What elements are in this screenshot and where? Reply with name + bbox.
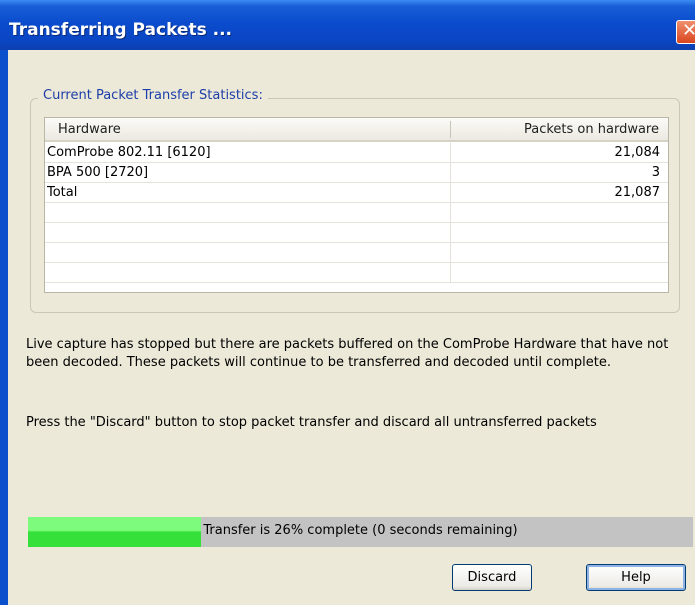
column-header-packets[interactable]: Packets on hardware xyxy=(524,122,659,137)
packet-statistics-table[interactable]: Hardware Packets on hardware ComProbe 80… xyxy=(44,117,669,293)
window-frame-left xyxy=(0,50,8,605)
table-row[interactable]: Total 21,087 xyxy=(45,183,668,203)
table-row[interactable] xyxy=(45,223,668,243)
row-column-divider xyxy=(450,143,451,163)
cell-packets: 21,087 xyxy=(614,185,661,200)
column-separator[interactable] xyxy=(450,121,451,138)
column-header-hardware[interactable]: Hardware xyxy=(58,122,121,137)
row-column-divider xyxy=(450,163,451,183)
close-button[interactable]: ✕ xyxy=(676,20,695,44)
table-header: Hardware Packets on hardware xyxy=(45,118,668,142)
table-row[interactable] xyxy=(45,263,668,283)
row-column-divider xyxy=(450,203,451,223)
cell-hardware: Total xyxy=(47,185,78,200)
info-message: Live capture has stopped but there are p… xyxy=(26,337,669,370)
close-icon: ✕ xyxy=(682,20,695,41)
discard-instruction: Press the "Discard" button to stop packe… xyxy=(26,415,597,430)
cell-packets: 21,084 xyxy=(614,145,661,160)
row-column-divider xyxy=(450,183,451,203)
row-column-divider xyxy=(450,223,451,243)
row-column-divider xyxy=(450,263,451,283)
discard-button[interactable]: Discard xyxy=(452,564,532,591)
transfer-progress-bar: Transfer is 26% complete (0 seconds rema… xyxy=(28,517,693,547)
table-row[interactable] xyxy=(45,203,668,223)
table-row[interactable]: BPA 500 [2720] 3 xyxy=(45,163,668,183)
help-button[interactable]: Help xyxy=(586,564,686,591)
window-title: Transferring Packets ... xyxy=(9,20,232,40)
row-column-divider xyxy=(450,243,451,263)
progress-label: Transfer is 26% complete (0 seconds rema… xyxy=(203,523,518,538)
cell-hardware: ComProbe 802.11 [6120] xyxy=(47,145,211,160)
cell-packets: 3 xyxy=(651,165,660,180)
title-bar[interactable]: Transferring Packets ... ✕ xyxy=(0,0,695,50)
table-row[interactable] xyxy=(45,243,668,263)
cell-hardware: BPA 500 [2720] xyxy=(47,165,149,180)
transfer-dialog: Transferring Packets ... ✕ Current Packe… xyxy=(0,0,695,605)
statistics-group-label: Current Packet Transfer Statistics: xyxy=(38,88,268,103)
table-row[interactable]: ComProbe 802.11 [6120] 21,084 xyxy=(45,143,668,163)
